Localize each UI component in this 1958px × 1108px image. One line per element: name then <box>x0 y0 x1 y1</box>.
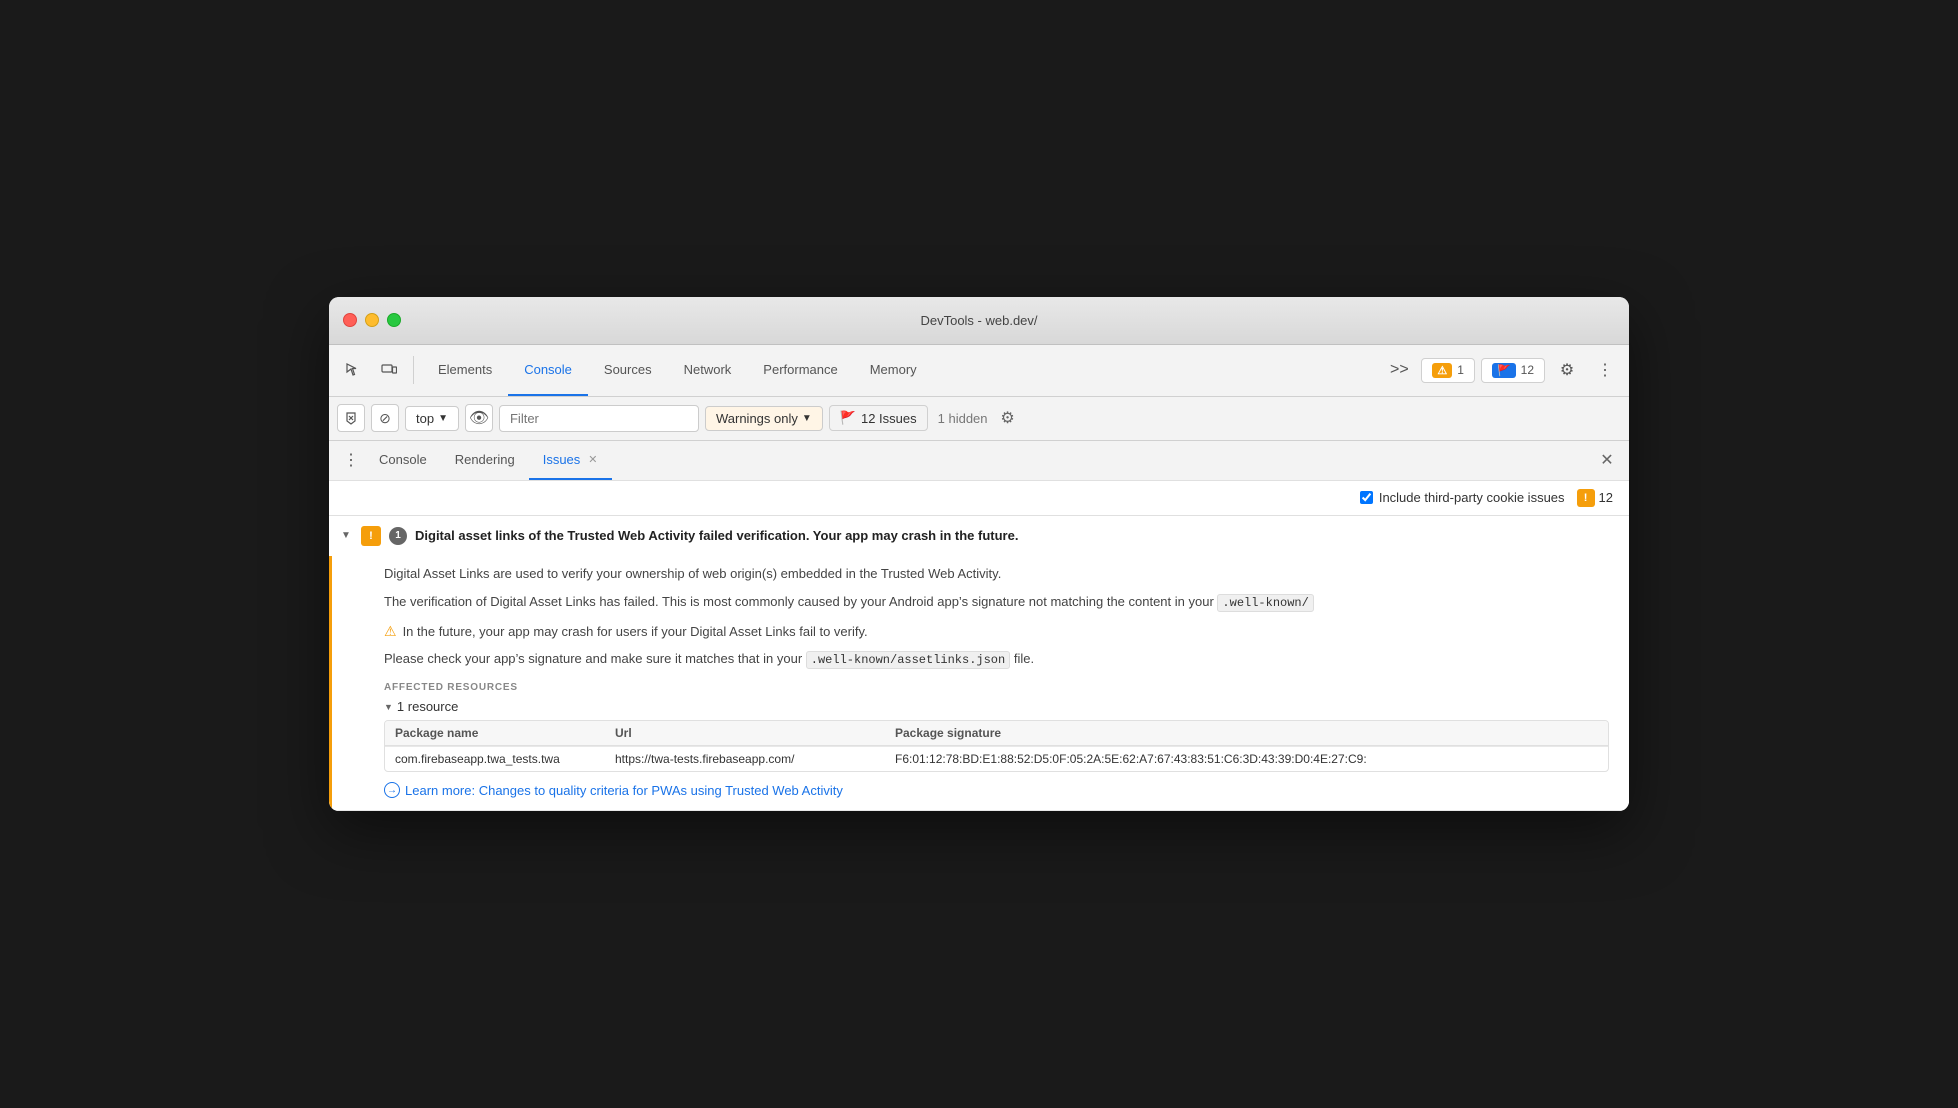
resource-chevron-icon: ▼ <box>384 702 393 712</box>
issues-flag-icon: 🚩 <box>840 410 856 426</box>
code-well-known: .well-known/ <box>1217 594 1313 612</box>
maximize-button[interactable] <box>387 313 401 327</box>
inspect-element-button[interactable] <box>337 354 369 386</box>
dropdown-arrow-icon: ▼ <box>802 413 812 424</box>
issues-count-label: 12 Issues <box>861 411 917 426</box>
issue-count-circle: 1 <box>389 527 407 545</box>
toolbar-separator <box>413 356 414 384</box>
warning-icon: ⚠ <box>1432 363 1452 378</box>
devtools-toolbar: Elements Console Sources Network Perform… <box>329 345 1629 397</box>
hidden-count: 1 hidden <box>938 411 988 426</box>
context-selector[interactable]: top ▼ <box>405 406 459 431</box>
external-link-icon: → <box>384 782 400 798</box>
warning-triangle-icon: ⚠ <box>384 623 397 640</box>
total-issue-count: ! 12 <box>1577 489 1613 507</box>
filter-input[interactable] <box>499 405 699 432</box>
table-row: com.firebaseapp.twa_tests.twa https://tw… <box>385 746 1608 771</box>
chevron-down-icon: ▼ <box>438 413 448 424</box>
devtools-window: DevTools - web.dev/ Elements Console Sou… <box>329 297 1629 812</box>
code-assetlinks: .well-known/assetlinks.json <box>806 651 1010 669</box>
toolbar-right: >> ⚠ 1 🚩 12 ⚙ ⋮ <box>1383 354 1621 386</box>
gear-icon: ⚙ <box>1560 360 1574 380</box>
block-icon-btn[interactable]: ⊘ <box>371 404 399 432</box>
resource-toggle[interactable]: ▼ 1 resource <box>384 699 1609 714</box>
tab-rendering-panel[interactable]: Rendering <box>441 441 529 480</box>
issues-count: 12 <box>1521 363 1534 377</box>
console-toolbar: ⊘ top ▼ 👁 Warnings only ▼ 🚩 12 Issues 1 … <box>329 397 1629 441</box>
close-panel-button[interactable]: ✕ <box>1593 446 1621 474</box>
tab-console-panel[interactable]: Console <box>365 441 441 480</box>
eye-icon: 👁 <box>469 408 489 428</box>
learn-more-link[interactable]: → Learn more: Changes to quality criteri… <box>384 782 1609 798</box>
col-package-name: Package name <box>385 721 605 745</box>
issue-title: Digital asset links of the Trusted Web A… <box>415 528 1018 543</box>
issues-panel: ⋮ Console Rendering Issues ✕ ✕ Include t… <box>329 441 1629 812</box>
traffic-lights <box>343 313 401 327</box>
expand-chevron-icon: ▼ <box>341 530 353 541</box>
issue-desc2: The verification of Digital Asset Links … <box>384 592 1609 613</box>
col-url: Url <box>605 721 885 745</box>
issue-warning-text: In the future, your app may crash for us… <box>403 622 868 642</box>
warnings-dropdown[interactable]: Warnings only ▼ <box>705 406 823 431</box>
context-value: top <box>416 411 434 426</box>
tab-network[interactable]: Network <box>668 345 748 396</box>
issue-note: Please check your app’s signature and ma… <box>384 649 1609 670</box>
tab-sources[interactable]: Sources <box>588 345 668 396</box>
issues-badge[interactable]: 🚩 12 <box>1481 358 1545 383</box>
issues-icon: 🚩 <box>1492 363 1516 378</box>
window-title: DevTools - web.dev/ <box>920 313 1037 328</box>
issues-header: Include third-party cookie issues ! 12 <box>329 481 1629 516</box>
tab-memory[interactable]: Memory <box>854 345 933 396</box>
settings-button[interactable]: ⚙ <box>1551 354 1583 386</box>
resource-count: 1 resource <box>397 699 458 714</box>
tab-menu-icon[interactable]: ⋮ <box>337 446 365 474</box>
cell-url: https://twa-tests.firebaseapp.com/ <box>605 747 885 771</box>
resource-table: Package name Url Package signature com.f… <box>384 720 1609 772</box>
block-icon: ⊘ <box>379 410 391 427</box>
third-party-checkbox-label[interactable]: Include third-party cookie issues <box>1360 490 1565 505</box>
customize-button[interactable]: ⋮ <box>1589 354 1621 386</box>
issue-header-row[interactable]: ▼ ! 1 Digital asset links of the Trusted… <box>329 516 1629 556</box>
toolbar-tabs: Elements Console Sources Network Perform… <box>422 345 933 396</box>
issue-warning-row: ⚠ In the future, your app may crash for … <box>384 622 1609 642</box>
warnings-only-label: Warnings only <box>716 411 798 426</box>
affected-resources: Affected Resources ▼ 1 resource Package … <box>384 682 1609 772</box>
tab-issues-panel[interactable]: Issues ✕ <box>529 441 612 480</box>
warnings-badge[interactable]: ⚠ 1 <box>1421 358 1475 383</box>
affected-label: Affected Resources <box>384 682 1609 693</box>
issue-warn-badge: ! <box>361 526 381 546</box>
total-count: 12 <box>1599 490 1613 505</box>
title-bar: DevTools - web.dev/ <box>329 297 1629 345</box>
cell-signature: F6:01:12:78:BD:E1:88:52:D5:0F:05:2A:5E:6… <box>885 747 1608 771</box>
close-button[interactable] <box>343 313 357 327</box>
more-icon: ⋮ <box>1597 360 1613 380</box>
panel-tab-bar: ⋮ Console Rendering Issues ✕ ✕ <box>329 441 1629 481</box>
issue-warn-icon: ! <box>1577 489 1595 507</box>
tab-elements[interactable]: Elements <box>422 345 508 396</box>
issue-item: ▼ ! 1 Digital asset links of the Trusted… <box>329 516 1629 812</box>
third-party-checkbox[interactable] <box>1360 491 1373 504</box>
console-settings-button[interactable]: ⚙ <box>994 404 1022 432</box>
issue-desc1: Digital Asset Links are used to verify y… <box>384 564 1609 585</box>
col-signature: Package signature <box>885 721 1608 745</box>
tab-close-icon[interactable]: ✕ <box>588 453 597 466</box>
device-toggle-button[interactable] <box>373 354 405 386</box>
issues-badge-btn[interactable]: 🚩 12 Issues <box>829 405 928 431</box>
cell-package-name: com.firebaseapp.twa_tests.twa <box>385 747 605 771</box>
clear-console-button[interactable] <box>337 404 365 432</box>
settings-gear-icon: ⚙ <box>1000 408 1014 428</box>
warning-count: 1 <box>1457 363 1464 377</box>
minimize-button[interactable] <box>365 313 379 327</box>
learn-more-text: Learn more: Changes to quality criteria … <box>405 783 843 798</box>
eye-button[interactable]: 👁 <box>465 404 493 432</box>
issue-body: Digital Asset Links are used to verify y… <box>329 556 1629 811</box>
tab-performance[interactable]: Performance <box>747 345 853 396</box>
more-tabs-button[interactable]: >> <box>1383 354 1415 386</box>
third-party-label: Include third-party cookie issues <box>1379 490 1565 505</box>
resource-table-header: Package name Url Package signature <box>385 721 1608 746</box>
tab-console[interactable]: Console <box>508 345 588 396</box>
